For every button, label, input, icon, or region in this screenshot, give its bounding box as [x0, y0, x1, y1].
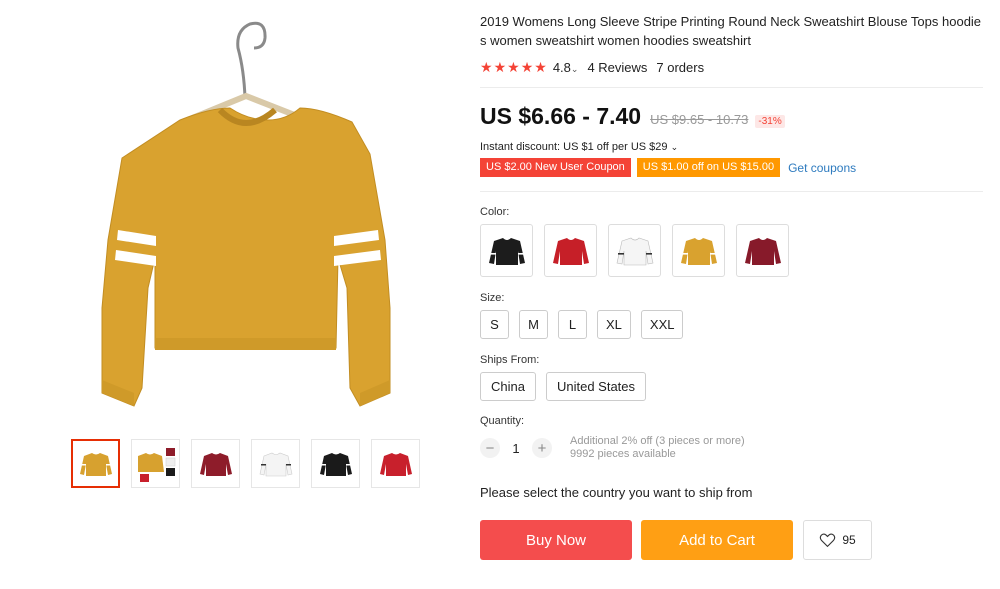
chevron-down-icon: ⌄: [570, 63, 579, 74]
star-icon: ★: [534, 59, 547, 75]
product-title: 2019 Womens Long Sleeve Stripe Printing …: [480, 14, 982, 48]
size-option-s[interactable]: S: [480, 310, 509, 339]
rating-stars: ★ ★ ★ ★ ★: [480, 60, 547, 74]
original-price: US $9.65 - 10.73: [650, 112, 749, 127]
wishlist-button[interactable]: 95: [803, 520, 872, 560]
size-label: Size:: [480, 292, 505, 304]
ships-from-options: China United States: [480, 372, 985, 401]
color-section: Color:: [480, 206, 985, 277]
discount-badge: -31%: [755, 115, 785, 128]
orders-count: 7 orders: [656, 59, 705, 75]
bulk-discount-note: Additional 2% off (3 pieces or more): [570, 435, 745, 447]
coupon-row: US $2.00 New User Coupon US $1.00 off on…: [480, 158, 985, 177]
size-option-xxl[interactable]: XXL: [640, 310, 684, 339]
main-product-image: [60, 8, 440, 428]
rating-row: ★ ★ ★ ★ ★ 4.8⌄ 4 Reviews 7 orders: [480, 59, 985, 75]
divider: [480, 87, 983, 88]
get-coupons-link[interactable]: Get coupons: [788, 161, 856, 175]
color-swatch-mustard[interactable]: [672, 224, 725, 277]
thumbnail-mustard[interactable]: [71, 439, 120, 488]
star-icon: ★: [520, 59, 534, 75]
star-icon: ★: [493, 59, 507, 75]
action-buttons: Buy Now Add to Cart 95: [480, 520, 985, 560]
size-option-xl[interactable]: XL: [597, 310, 631, 339]
thumbnail-strip: [71, 439, 420, 488]
color-swatch-red[interactable]: [544, 224, 597, 277]
new-user-coupon[interactable]: US $2.00 New User Coupon: [480, 158, 631, 177]
product-info: 2019 Womens Long Sleeve Stripe Printing …: [480, 0, 985, 560]
ship-message: Please select the country you want to sh…: [480, 485, 753, 500]
stock-available: 9992 pieces available: [570, 448, 676, 460]
plus-icon[interactable]: +: [532, 438, 552, 458]
color-options: [480, 224, 985, 277]
ships-from-section: Ships From: China United States: [480, 354, 985, 401]
store-coupon[interactable]: US $1.00 off on US $15.00: [636, 158, 781, 177]
add-to-cart-button[interactable]: Add to Cart: [641, 520, 793, 560]
size-options: S M L XL XXL: [480, 310, 985, 339]
size-option-m[interactable]: M: [519, 310, 548, 339]
thumbnail-white[interactable]: [251, 439, 300, 488]
size-option-l[interactable]: L: [558, 310, 587, 339]
thumbnail-collage[interactable]: [131, 439, 180, 488]
quantity-input[interactable]: 1: [500, 441, 532, 456]
color-swatch-white[interactable]: [608, 224, 661, 277]
ships-from-china[interactable]: China: [480, 372, 536, 401]
wishlist-count: 95: [842, 533, 856, 547]
reviews-link[interactable]: 4 Reviews: [587, 60, 647, 75]
star-icon: ★: [480, 59, 493, 75]
star-icon: ★: [507, 59, 520, 75]
buy-now-button[interactable]: Buy Now: [480, 520, 632, 560]
instant-discount[interactable]: Instant discount: US $1 off per US $29 ⌄: [480, 141, 985, 153]
divider: [480, 191, 983, 192]
color-label: Color:: [480, 206, 510, 218]
size-section: Size: S M L XL XXL: [480, 292, 985, 339]
color-swatch-burgundy[interactable]: [736, 224, 789, 277]
quantity-section: Quantity: − 1 + Additional 2% off (3 pie…: [480, 415, 985, 461]
ships-from-label: Ships From:: [480, 354, 540, 366]
price-row: US $6.66 - 7.40 US $9.65 - 10.73 -31%: [480, 103, 985, 131]
color-swatch-black[interactable]: [480, 224, 533, 277]
quantity-note: Additional 2% off (3 pieces or more) 999…: [570, 435, 745, 461]
ships-from-united-states[interactable]: United States: [545, 372, 647, 401]
quantity-stepper: − 1 + Additional 2% off (3 pieces or mor…: [480, 435, 985, 461]
rating-value[interactable]: 4.8⌄: [553, 60, 579, 75]
thumbnail-black[interactable]: [311, 439, 360, 488]
thumbnail-burgundy[interactable]: [191, 439, 240, 488]
minus-icon[interactable]: −: [480, 438, 500, 458]
current-price: US $6.66 - 7.40: [480, 103, 642, 129]
thumbnail-red[interactable]: [371, 439, 420, 488]
chevron-down-icon: ⌄: [670, 142, 679, 152]
heart-icon: [820, 533, 836, 548]
quantity-label: Quantity:: [480, 415, 525, 427]
